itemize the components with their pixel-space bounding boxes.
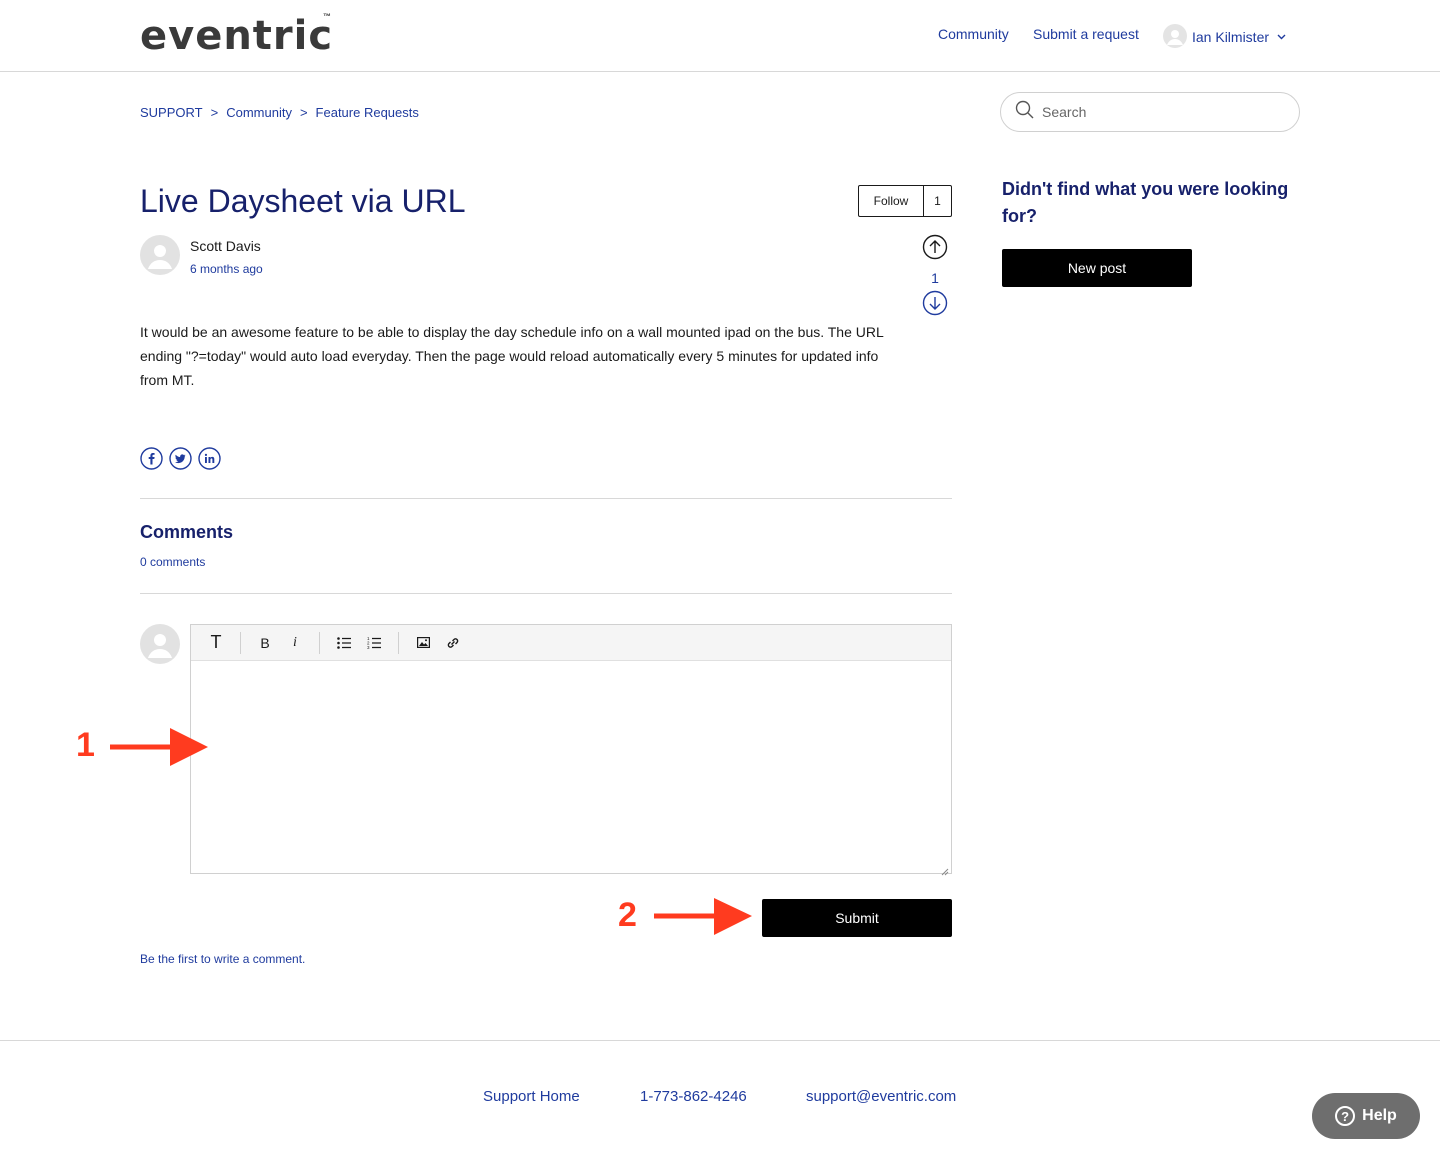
toolbar-separator bbox=[240, 631, 241, 654]
author-avatar[interactable] bbox=[140, 235, 180, 275]
annotation-number: 1 bbox=[76, 726, 95, 764]
follow-label[interactable]: Follow bbox=[859, 186, 924, 216]
italic-icon[interactable]: i bbox=[280, 630, 310, 656]
facebook-icon[interactable] bbox=[140, 447, 163, 470]
bold-icon[interactable]: B bbox=[250, 630, 280, 656]
empty-comments-text: Be the first to write a comment. bbox=[140, 952, 306, 966]
share-links bbox=[140, 447, 221, 470]
toolbar-separator bbox=[398, 631, 399, 654]
breadcrumb-feature-requests[interactable]: Feature Requests bbox=[316, 105, 419, 120]
resize-handle-icon[interactable] bbox=[941, 863, 949, 876]
numbered-list-icon[interactable]: 123 bbox=[359, 630, 389, 656]
site-header: eventric ™ Community Submit a request Ia… bbox=[0, 0, 1440, 72]
comment-editor: T B i 123 bbox=[190, 624, 952, 876]
vote-count: 1 bbox=[931, 270, 939, 286]
help-label: Help bbox=[1362, 1107, 1397, 1124]
footer-divider bbox=[0, 1040, 1440, 1041]
linkedin-icon[interactable] bbox=[198, 447, 221, 470]
user-menu[interactable]: Ian Kilmister bbox=[1163, 23, 1286, 49]
logo-wordmark: eventric bbox=[140, 13, 334, 59]
section-divider bbox=[140, 593, 952, 594]
search-icon bbox=[1015, 100, 1034, 124]
post-body: It would be an awesome feature to be abl… bbox=[140, 324, 884, 388]
comments-count[interactable]: 0 comments bbox=[140, 555, 205, 569]
image-icon[interactable] bbox=[408, 630, 438, 656]
text-format-icon[interactable]: T bbox=[201, 630, 231, 656]
post-title: Live Daysheet via URL bbox=[140, 183, 466, 219]
toolbar-separator bbox=[319, 631, 320, 654]
avatar-person-icon bbox=[148, 634, 172, 658]
submit-comment-button[interactable]: Submit bbox=[762, 899, 952, 937]
svg-text:3: 3 bbox=[367, 645, 370, 649]
comment-textarea[interactable] bbox=[191, 661, 951, 873]
link-icon[interactable] bbox=[438, 630, 468, 656]
bullet-list-icon[interactable] bbox=[329, 630, 359, 656]
annotation-arrow-icon bbox=[654, 898, 752, 935]
eventric-logo[interactable]: eventric ™ bbox=[140, 12, 335, 58]
nav-submit-request-link[interactable]: Submit a request bbox=[1033, 26, 1139, 42]
upvote-icon[interactable] bbox=[922, 234, 948, 265]
search-box[interactable] bbox=[1000, 92, 1300, 132]
new-post-button[interactable]: New post bbox=[1002, 249, 1192, 287]
footer-phone-link[interactable]: 1-773-862-4246 bbox=[640, 1088, 747, 1105]
user-avatar bbox=[1163, 24, 1187, 48]
breadcrumb-community[interactable]: Community bbox=[226, 105, 292, 120]
author-name[interactable]: Scott Davis bbox=[190, 238, 261, 254]
downvote-icon[interactable] bbox=[922, 290, 948, 321]
vote-widget: 1 bbox=[922, 234, 948, 321]
follow-button[interactable]: Follow 1 bbox=[858, 185, 952, 217]
comments-heading: Comments bbox=[140, 522, 234, 542]
breadcrumb-separator: > bbox=[210, 105, 219, 120]
logo-trademark: ™ bbox=[323, 12, 331, 21]
sidebar-prompt: Didn't find what you were looking for? bbox=[1002, 179, 1289, 226]
annotation-number: 2 bbox=[618, 896, 637, 934]
post-timestamp[interactable]: 6 months ago bbox=[190, 262, 263, 276]
chevron-down-icon bbox=[1277, 32, 1286, 43]
search-input[interactable] bbox=[1042, 104, 1282, 120]
help-widget-button[interactable]: ? Help bbox=[1312, 1093, 1420, 1139]
footer-support-home-link[interactable]: Support Home bbox=[483, 1088, 580, 1105]
avatar-person-icon bbox=[1167, 30, 1183, 45]
breadcrumb: SUPPORT > Community > Feature Requests bbox=[140, 105, 419, 120]
footer-email-link[interactable]: support@eventric.com bbox=[806, 1088, 956, 1105]
avatar-person-icon bbox=[148, 245, 172, 269]
breadcrumb-support[interactable]: SUPPORT bbox=[140, 105, 203, 120]
editor-toolbar: T B i 123 bbox=[191, 625, 951, 661]
breadcrumb-separator: > bbox=[299, 105, 308, 120]
help-question-icon: ? bbox=[1335, 1106, 1356, 1126]
twitter-icon[interactable] bbox=[169, 447, 192, 470]
follower-count: 1 bbox=[934, 194, 941, 208]
section-divider bbox=[140, 498, 952, 499]
user-name: Ian Kilmister bbox=[1192, 29, 1270, 45]
commenter-avatar bbox=[140, 624, 180, 664]
annotation-arrow-icon bbox=[110, 728, 208, 766]
nav-community-link[interactable]: Community bbox=[938, 26, 1009, 42]
